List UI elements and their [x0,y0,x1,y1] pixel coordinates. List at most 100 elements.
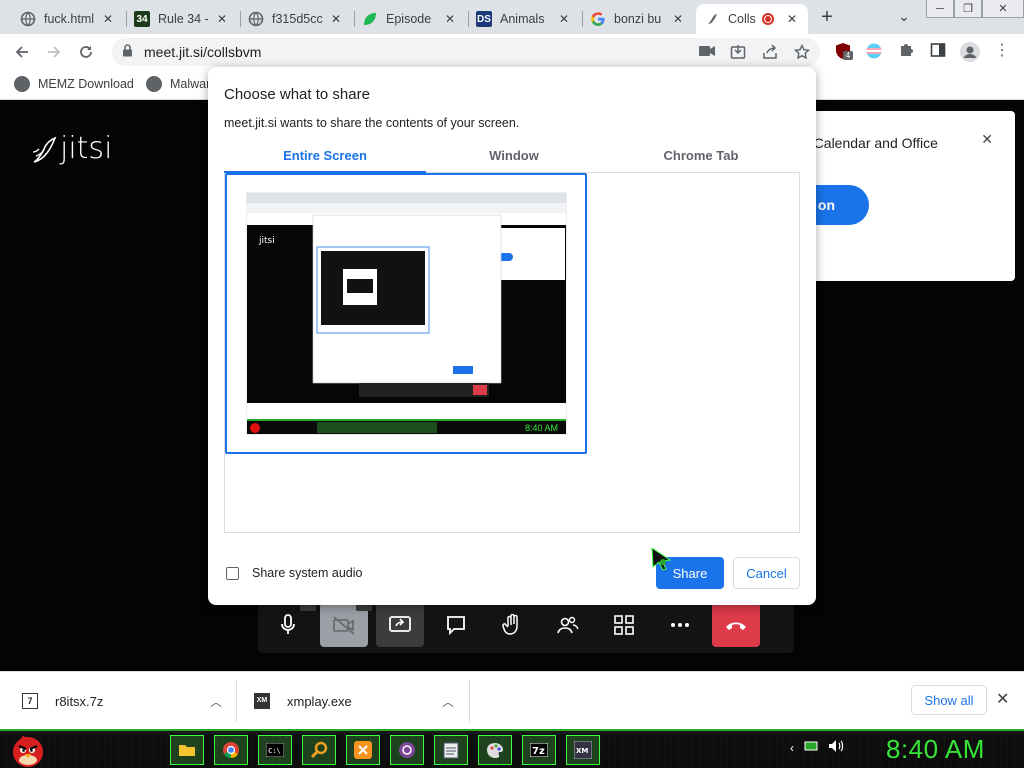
chat-button[interactable] [432,603,480,647]
more-icon [671,623,689,627]
ublock-extension-icon[interactable]: 4 [834,42,853,60]
share-audio-checkbox[interactable] [226,566,239,580]
tab-title: Rule 34 - [158,12,209,26]
volume-icon[interactable] [828,739,844,756]
extension-badge: 4 [843,51,853,60]
taskbar-tor[interactable] [390,735,424,765]
close-icon[interactable]: ✕ [214,12,230,26]
participants-button[interactable] [544,603,592,647]
screen-preview-image: jitsi 8:40 AM [247,193,566,434]
taskbar-7zip[interactable]: 7z [522,735,556,765]
chevron-up-icon[interactable]: ︿ [210,693,222,710]
jitsi-logo-text: jitsi [60,131,113,166]
close-icon[interactable]: ✕ [328,12,344,26]
taskbar-paint[interactable] [478,735,512,765]
tab-animals[interactable]: DS Animals ✕ [468,4,580,34]
close-icon[interactable]: ✕ [556,12,572,26]
cancel-button[interactable]: Cancel [733,557,800,589]
share-audio-label: Share system audio [252,566,363,580]
recording-icon [762,13,774,25]
reload-button[interactable] [74,40,98,64]
hangup-icon [726,622,746,630]
screen-share-button[interactable] [376,603,424,647]
battery-icon[interactable] [804,740,818,755]
jitsi-logo: jitsi [30,131,112,166]
tab-fuck-html[interactable]: fuck.html ✕ [12,4,124,34]
download-filename: r8itsx.7z [55,693,104,709]
tab-colls-active[interactable]: Colls ✕ [696,4,808,34]
taskbar-xmplay[interactable]: XM [566,735,600,765]
search-icon [310,741,328,759]
tab-entire-screen[interactable]: Entire Screen [224,145,426,173]
taskbar-chrome[interactable] [214,735,248,765]
profile-avatar[interactable] [960,42,980,62]
screen-thumbnail-card[interactable]: jitsi 8:40 AM [225,173,587,454]
tab-episode[interactable]: Episode ✕ [354,4,466,34]
window-close-button[interactable]: ✕ [982,0,1024,18]
forward-button[interactable] [42,40,66,64]
close-icon[interactable]: ✕ [670,12,686,26]
chevron-down-icon[interactable]: ⌄ [893,8,915,28]
install-icon[interactable] [729,44,747,62]
restore-button[interactable]: ❐ [954,0,982,18]
tab-f315d5cc[interactable]: f315d5cc ✕ [240,4,352,34]
7zip-icon: 7z [530,743,548,757]
new-tab-button[interactable]: + [815,6,839,30]
show-all-button[interactable]: Show all [911,685,987,715]
tab-bonzi[interactable]: bonzi bu ✕ [582,4,694,34]
close-icon[interactable]: ✕ [996,689,1009,709]
tray-chevron-icon[interactable]: ‹ [790,741,794,755]
close-icon[interactable]: ✕ [100,12,116,26]
screen-share-icon [389,616,411,632]
tab-rule34[interactable]: 34 Rule 34 - ✕ [126,4,238,34]
ds-icon: DS [476,11,492,27]
more-options-button[interactable] [656,603,704,647]
raise-hand-button[interactable] [488,603,536,647]
bookmark-malwar[interactable]: Malwar [146,76,210,92]
share-icon[interactable] [761,44,779,62]
hangup-button[interactable] [712,603,760,647]
chrome-icon [223,742,239,759]
tile-view-button[interactable] [600,603,648,647]
close-icon[interactable]: ✕ [442,12,458,26]
taskbar-folder[interactable] [170,735,204,765]
download-shelf: 7 r8itsx.7z ︿ XM xmplay.exe ︿ Show all ✕ [0,671,1024,729]
browser-tab-strip: fuck.html ✕ 34 Rule 34 - ✕ f315d5cc ✕ Ep… [0,0,1024,34]
tab-window[interactable]: Window [413,145,615,173]
download-item-r8itsx[interactable]: 7 r8itsx.7z ︿ [22,672,222,730]
jitsi-logo-icon [32,136,57,163]
google-icon [590,11,606,27]
dialog-subtitle: meet.jit.si wants to share the contents … [224,116,520,130]
notice-text: e Calendar and Office [802,135,938,151]
taskbar-notepad[interactable] [434,735,468,765]
minimize-button[interactable]: ─ [926,0,954,18]
globe-icon [248,11,264,27]
chat-icon [447,616,465,635]
folder-icon [179,745,195,756]
start-button[interactable] [8,731,48,768]
side-panel-icon[interactable] [929,42,947,60]
flag-extension-icon[interactable] [865,42,883,60]
tab-chrome-tab[interactable]: Chrome Tab [600,145,802,173]
rule34-icon: 34 [134,11,150,27]
download-item-xmplay[interactable]: XM xmplay.exe ︿ [254,672,454,730]
address-bar[interactable]: meet.jit.si/collsbvm [112,38,820,66]
meeting-toolbar: ^ ^ [258,597,794,653]
puzzle-icon[interactable] [897,42,915,60]
share-audio-option[interactable]: Share system audio [226,566,362,580]
taskbar-clock[interactable]: 8:40 AM [886,734,985,765]
taskbar-scratch[interactable] [346,735,380,765]
star-icon[interactable] [793,43,811,62]
close-icon[interactable]: ✕ [981,131,993,148]
screen-thumbnail: jitsi 8:40 AM [246,192,567,435]
hand-icon [502,614,518,635]
chevron-up-icon[interactable]: ︿ [442,693,454,710]
camera-icon[interactable] [698,44,716,62]
close-icon[interactable]: ✕ [784,12,800,26]
kebab-menu-icon[interactable]: ⋮ [993,42,1011,60]
back-button[interactable] [10,40,34,64]
participants-icon [557,616,579,634]
taskbar-search[interactable] [302,735,336,765]
bookmark-memz-download[interactable]: MEMZ Download [14,76,134,92]
taskbar-cmd[interactable]: C:\ [258,735,292,765]
